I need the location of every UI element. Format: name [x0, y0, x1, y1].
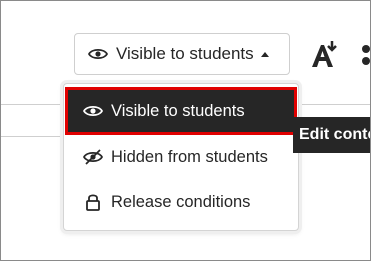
visibility-dropdown-button[interactable]: Visible to students: [74, 33, 290, 75]
eye-slash-icon: [83, 149, 103, 165]
menu-item-release-conditions[interactable]: Release conditions: [68, 181, 294, 223]
lock-icon: [86, 194, 100, 211]
menu-item-hidden-from-students[interactable]: Hidden from students: [68, 136, 294, 178]
divider: [1, 136, 71, 137]
screen-frame: Visible to students Visible to students …: [0, 0, 371, 261]
menu-item-label: Hidden from students: [111, 147, 268, 166]
eye-icon: [83, 105, 103, 117]
visibility-button-label: Visible to students: [116, 44, 254, 63]
divider: [297, 104, 370, 105]
eye-icon: [88, 48, 108, 60]
more-tool-icon[interactable]: [358, 41, 371, 69]
edit-content-tooltip: Edit conte: [293, 117, 371, 153]
caret-up-icon: [260, 51, 269, 57]
visibility-menu: Visible to students Hidden from students…: [63, 83, 299, 231]
menu-item-label: Release conditions: [111, 192, 251, 211]
text-tool-icon[interactable]: [308, 37, 342, 71]
divider: [1, 104, 71, 105]
menu-item-label: Visible to students: [111, 101, 245, 120]
menu-item-visible-to-students[interactable]: Visible to students: [65, 87, 297, 135]
tooltip-text: Edit conte: [299, 126, 371, 143]
